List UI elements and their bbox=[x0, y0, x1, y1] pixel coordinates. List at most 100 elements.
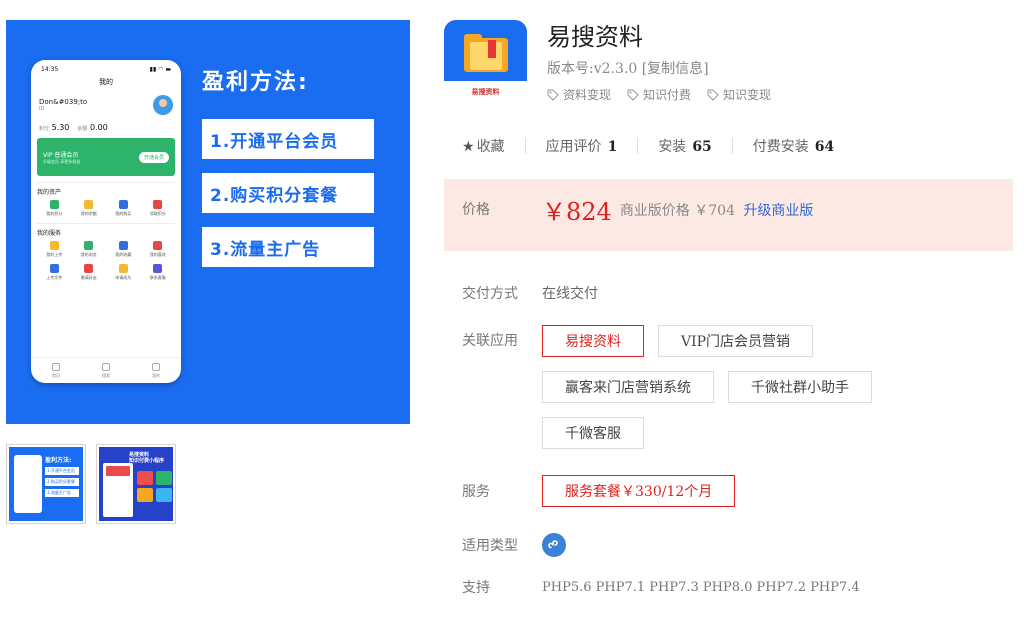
mini-phone bbox=[103, 463, 133, 517]
phone-tabbar: 首页 搜索 我的 bbox=[31, 357, 181, 383]
thumb-item: 2.购买积分套餐 bbox=[45, 478, 79, 486]
thumb-item: 1.开通平台会员 bbox=[45, 467, 79, 475]
points-value: 5.30 bbox=[51, 123, 70, 132]
coin-icon bbox=[84, 200, 94, 209]
support-label: 支持 bbox=[462, 580, 490, 596]
bag-icon bbox=[118, 200, 128, 209]
service-cell: 我的收藏 bbox=[106, 241, 141, 258]
phone-user-name: Don&#039;to bbox=[39, 98, 88, 106]
thumb-title: 盈利方法: bbox=[45, 457, 72, 464]
avatar bbox=[153, 95, 173, 115]
vip-subtitle: 升级会员 享更多权益 bbox=[43, 158, 81, 164]
service-cell: 我的上传 bbox=[37, 241, 72, 258]
product-gallery: 14:35 ▮▮ ◠ ▬ 我的 Don&#039;to ID 积分 5.30 余… bbox=[6, 20, 410, 524]
install-stat: 安装 65 bbox=[658, 139, 712, 155]
divider bbox=[637, 138, 639, 154]
delivery-label: 交付方式 bbox=[462, 286, 518, 302]
logo-text: 易搜资料 bbox=[444, 81, 527, 103]
tab-search: 搜索 bbox=[102, 363, 110, 379]
balance-label: 余额 bbox=[77, 126, 88, 132]
related-app-chip[interactable]: 千微社群小助手 bbox=[728, 371, 872, 403]
upload-icon bbox=[49, 264, 59, 273]
service-cell: 我的浏览 bbox=[72, 241, 107, 258]
promo-title: 盈利方法: bbox=[202, 70, 309, 95]
app-header: 易搜资料 易搜资料 版本号:v2.3.0 [复制信息] 资料变现 知识付费 知识… bbox=[444, 20, 1013, 103]
service-label: 服务 bbox=[462, 484, 490, 500]
favorite-button[interactable]: ★ 收藏 bbox=[462, 136, 505, 156]
thumbnail-1[interactable]: 盈利方法: 1.开通平台会员 2.购买积分套餐 3.流量主广告 bbox=[6, 444, 86, 524]
star-icon: ★ bbox=[462, 139, 475, 155]
tag-item[interactable]: 知识变现 bbox=[707, 86, 771, 103]
related-app-chip[interactable]: 赢客来门店营销系统 bbox=[542, 371, 714, 403]
price-panel: 价格 ￥824 商业版价格 ￥704 升级商业版 bbox=[444, 179, 1013, 251]
phone-vip-card: VIP 普通会员 升级会员 享更多权益 开通会员 bbox=[37, 138, 175, 176]
wallet-icon bbox=[49, 200, 59, 209]
tab-mine: 我的 bbox=[152, 363, 160, 379]
stats-bar: ★ 收藏 应用评价 1 安装 65 付费安装 64 bbox=[444, 133, 1013, 159]
promo-item: 1.开通平台会员 bbox=[202, 119, 374, 159]
related-apps-row: 关联应用 易搜资料 VIP门店会员营销 赢客来门店营销系统 千微社群小助手 千微… bbox=[444, 325, 1013, 449]
heart-icon bbox=[153, 241, 163, 250]
service-cell: 申请成为 bbox=[106, 264, 141, 281]
doc-icon bbox=[84, 241, 94, 250]
mini-program-icon bbox=[542, 533, 566, 557]
related-app-chip[interactable]: 千微客服 bbox=[542, 417, 644, 449]
tag-icon bbox=[707, 89, 719, 101]
service-cell: 我的喜欢 bbox=[141, 241, 176, 258]
price-label: 价格 bbox=[462, 202, 490, 218]
phone-mockup: 14:35 ▮▮ ◠ ▬ 我的 Don&#039;to ID 积分 5.30 余… bbox=[31, 60, 181, 383]
related-label: 关联应用 bbox=[462, 333, 518, 349]
related-app-chip[interactable]: VIP门店会员营销 bbox=[658, 325, 814, 357]
points-label: 积分 bbox=[39, 126, 50, 132]
thumb-heading: 易搜资料 知识付费小程序 bbox=[129, 452, 165, 464]
balance-value: 0.00 bbox=[89, 123, 108, 132]
copy-info-button[interactable]: [复制信息] bbox=[642, 61, 709, 77]
related-app-chip[interactable]: 易搜资料 bbox=[542, 325, 644, 357]
service-row: 服务 服务套餐￥330/12个月 bbox=[444, 475, 1013, 507]
folder-icon bbox=[49, 241, 59, 250]
divider bbox=[731, 138, 733, 154]
delivery-row: 交付方式 在线交付 bbox=[444, 283, 1013, 303]
thumbnail-2[interactable]: 易搜资料 知识付费小程序 bbox=[96, 444, 176, 524]
divider bbox=[524, 138, 526, 154]
gift-icon bbox=[153, 200, 163, 209]
app-version: 版本号:v2.3.0 [复制信息] bbox=[547, 58, 771, 78]
star-icon bbox=[118, 264, 128, 273]
asset-cell: 领取积分 bbox=[141, 200, 176, 217]
service-cell: 邀请好友 bbox=[72, 264, 107, 281]
service-cell: 上传文件 bbox=[37, 264, 72, 281]
promo-item: 2.购买积分套餐 bbox=[202, 173, 374, 213]
paid-install-stat: 付费安装 64 bbox=[752, 139, 835, 155]
asset-cell: 我的余额 bbox=[72, 200, 107, 217]
phone-title: 我的 bbox=[99, 78, 113, 86]
vip-title: VIP 普通会员 bbox=[43, 151, 79, 159]
main-screenshot[interactable]: 14:35 ▮▮ ◠ ▬ 我的 Don&#039;to ID 积分 5.30 余… bbox=[6, 20, 410, 424]
app-logo: 易搜资料 bbox=[444, 20, 527, 103]
promo-item: 3.流量主广告 bbox=[202, 227, 374, 267]
rating-stat[interactable]: 应用评价 1 bbox=[546, 136, 618, 156]
product-info: 易搜资料 易搜资料 版本号:v2.3.0 [复制信息] 资料变现 知识付费 知识… bbox=[444, 20, 1013, 597]
delivery-value: 在线交付 bbox=[542, 286, 598, 302]
tag-icon bbox=[627, 89, 639, 101]
service-cell: 联系客服 bbox=[141, 264, 176, 281]
phone-status-bar: 14:35 ▮▮ ◠ ▬ bbox=[31, 60, 181, 75]
phone-time: 14:35 bbox=[41, 66, 59, 73]
business-price: 商业版价格 ￥704 升级商业版 bbox=[619, 203, 814, 219]
mini-phone bbox=[14, 455, 42, 513]
tag-item[interactable]: 资料变现 bbox=[547, 86, 611, 103]
tab-home: 首页 bbox=[52, 363, 60, 379]
tag-icon bbox=[547, 89, 559, 101]
folder-icon bbox=[464, 34, 508, 72]
signal-icon: ▮▮ ◠ ▬ bbox=[149, 66, 171, 73]
asset-cell: 我的积分 bbox=[37, 200, 72, 217]
price-value: ￥824 bbox=[542, 197, 612, 226]
types-label: 适用类型 bbox=[462, 538, 518, 554]
phone-services-section: 我的服务 我的上传 我的浏览 我的收藏 我的喜欢 上传文件 邀请好友 申请成为 … bbox=[37, 223, 175, 281]
upgrade-business-link[interactable]: 升级商业版 bbox=[743, 203, 813, 219]
assets-title: 我的资产 bbox=[37, 189, 62, 196]
service-package-chip[interactable]: 服务套餐￥330/12个月 bbox=[542, 475, 736, 507]
tag-item[interactable]: 知识付费 bbox=[627, 86, 691, 103]
phone-user-row: Don&#039;to ID bbox=[31, 91, 181, 119]
tag-list: 资料变现 知识付费 知识变现 bbox=[547, 86, 771, 103]
types-row: 适用类型 bbox=[444, 533, 1013, 557]
